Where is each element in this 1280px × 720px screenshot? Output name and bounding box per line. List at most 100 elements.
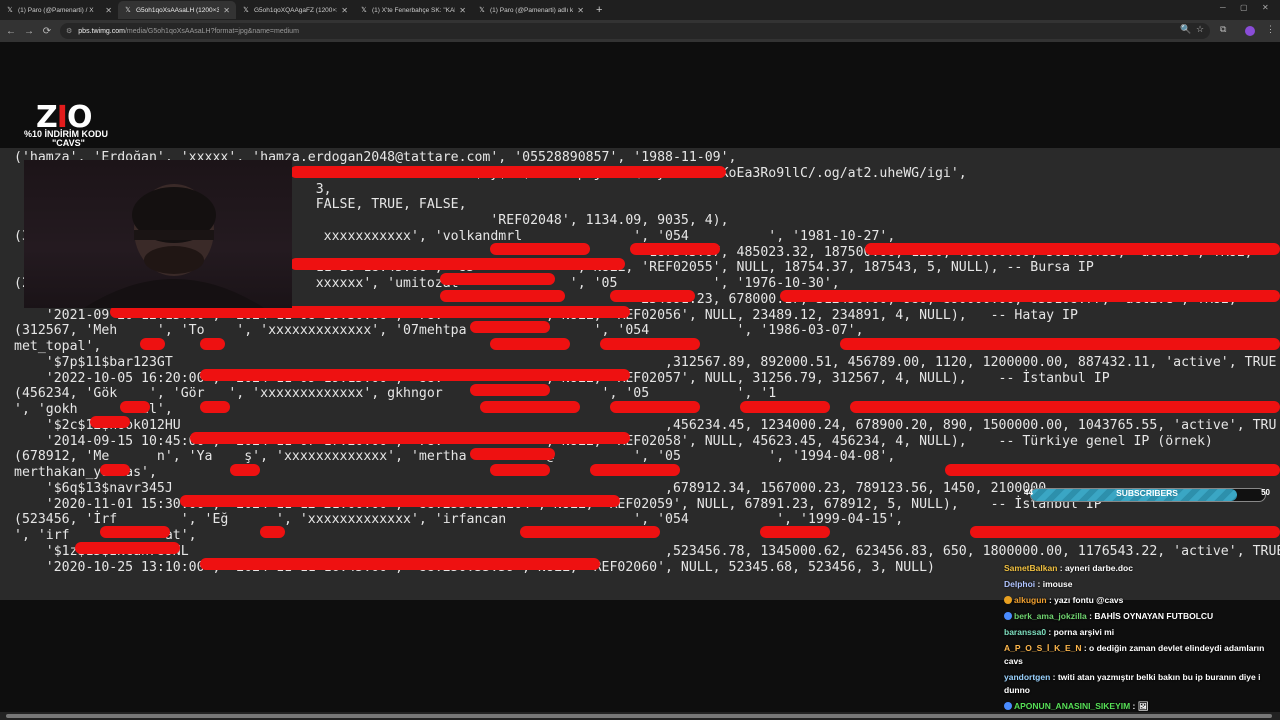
code-line: '$1z$15$INcan789NL ,523456.78, 1345000.6… bbox=[14, 543, 1280, 559]
chat-text: : BAHİS OYNAYAN FUTBOLCU bbox=[1086, 610, 1214, 621]
chat-message: SametBalkan : ayneri darbe.doc bbox=[1000, 560, 1280, 576]
redaction-mark bbox=[480, 401, 580, 413]
scrollbar-thumb[interactable] bbox=[6, 714, 1272, 718]
redaction-mark bbox=[610, 401, 700, 413]
redaction-mark bbox=[470, 384, 550, 396]
chat-badge-icon bbox=[1004, 611, 1012, 620]
redaction-mark bbox=[200, 338, 225, 350]
x-logo-icon: 𝕏 bbox=[125, 7, 131, 14]
chat-username[interactable]: berk_ama_jokzilla bbox=[1014, 611, 1087, 621]
chat-text: : 🖼 bbox=[1130, 700, 1149, 711]
redaction-mark bbox=[840, 338, 1280, 350]
redaction-mark bbox=[440, 273, 555, 285]
browser-tab-bar: 𝕏 (1) Paro (@Pamenarti) / X ✕ 𝕏 G5oh1qoXsAA… bbox=[0, 0, 1280, 20]
tab-3[interactable]: 𝕏 G5oh1qoXQAAgaFZ (1200×311) ✕ bbox=[236, 1, 354, 19]
chat-username[interactable]: alkugun bbox=[1014, 595, 1047, 605]
tab-close-icon[interactable]: ✕ bbox=[577, 6, 584, 15]
chat-badge-icon bbox=[1004, 595, 1012, 604]
tab-5[interactable]: 𝕏 (1) Paro (@Pamenarti) adlı kullan…✕ bbox=[472, 1, 590, 19]
redaction-mark bbox=[590, 464, 680, 476]
close-window-icon[interactable]: ✕ bbox=[1262, 3, 1269, 12]
zoom-icon[interactable]: 🔍 bbox=[1180, 24, 1191, 35]
redaction-mark bbox=[90, 416, 130, 428]
redaction-mark bbox=[290, 258, 625, 270]
tab-1[interactable]: 𝕏 (1) Paro (@Pamenarti) / X ✕ bbox=[0, 1, 118, 19]
redaction-mark bbox=[200, 558, 600, 570]
redaction-mark bbox=[200, 369, 630, 381]
x-logo-icon: 𝕏 bbox=[479, 7, 485, 14]
tab-label: (1) Paro (@Pamenarti) adlı kullan… bbox=[490, 6, 574, 14]
streamer-silhouette bbox=[84, 184, 264, 308]
chat-username[interactable]: Delphoi bbox=[1004, 579, 1035, 589]
code-line: (678912, 'Me n', 'Ya ş', 'xxxxxxxxxxxxx'… bbox=[14, 449, 896, 465]
redaction-mark bbox=[490, 464, 550, 476]
tab-label: G5oh1qoXQAAgaFZ (1200×311) bbox=[254, 6, 337, 14]
redaction-mark bbox=[780, 290, 1280, 302]
profile-avatar[interactable] bbox=[1245, 26, 1255, 36]
redaction-mark bbox=[740, 401, 830, 413]
redaction-mark bbox=[630, 243, 720, 255]
tab-close-icon[interactable]: ✕ bbox=[459, 6, 466, 15]
x-logo-icon: 𝕏 bbox=[243, 7, 249, 14]
chat-message: berk_ama_jokzilla : BAHİS OYNAYAN FUTBOL… bbox=[1000, 608, 1280, 624]
code-line: '$6q$13$navr345J ,678912.34, 1567000.23,… bbox=[14, 480, 1047, 496]
browser-toolbar: ← → ⟳ ⚙ pbs.twimg.com/media/G5oh1qoXsAAs… bbox=[0, 20, 1280, 42]
redaction-mark bbox=[760, 526, 830, 538]
minimize-icon[interactable]: ─ bbox=[1220, 3, 1226, 12]
redaction-mark bbox=[600, 338, 700, 350]
chat-username[interactable]: A_P_O_S_İ_K_E_N bbox=[1004, 643, 1082, 653]
chat-badge-icon bbox=[1004, 701, 1012, 710]
redaction-mark bbox=[190, 432, 630, 444]
tab-close-icon[interactable]: ✕ bbox=[341, 6, 348, 15]
forward-icon[interactable]: → bbox=[20, 26, 38, 37]
chat-text: : yazı fontu @cavs bbox=[1046, 594, 1124, 605]
chat-username[interactable]: SametBalkan bbox=[1004, 563, 1057, 573]
back-icon[interactable]: ← bbox=[2, 26, 20, 37]
chat-username[interactable]: baranssa0 bbox=[1004, 627, 1046, 637]
goal-target: 50 bbox=[1261, 488, 1270, 497]
site-info-icon[interactable]: ⚙ bbox=[66, 27, 72, 35]
horizontal-scrollbar[interactable] bbox=[0, 712, 1280, 720]
redaction-mark bbox=[490, 338, 570, 350]
redaction-mark bbox=[520, 526, 660, 538]
redaction-mark bbox=[440, 290, 565, 302]
chat-message: yandortgen : twiti atan yazmıştır belki … bbox=[1000, 669, 1280, 698]
code-line: '$7p$11$bar123GT ,312567.89, 892000.51, … bbox=[14, 354, 1277, 370]
code-line: met_topal', bbox=[14, 339, 102, 354]
tab-label: (1) Paro (@Pamenarti) / X bbox=[18, 6, 94, 14]
chat-message: alkugun : yazı fontu @cavs bbox=[1000, 592, 1280, 608]
bookmark-star-icon[interactable]: ☆ bbox=[1196, 24, 1204, 35]
redaction-mark bbox=[470, 448, 555, 460]
code-line: (312567, 'Meh ', 'To ', 'xxxxxxxxxxxxx',… bbox=[14, 323, 864, 339]
chat-username[interactable]: APONUN_ANASINI_SIKEYIM bbox=[1014, 701, 1130, 711]
menu-icon[interactable]: ⋮ bbox=[1266, 24, 1275, 35]
address-bar[interactable]: ⚙ pbs.twimg.com/media/G5oh1qoXsAAsaLH?fo… bbox=[60, 23, 1210, 39]
extensions-icon[interactable]: ⧉ bbox=[1220, 24, 1226, 35]
chat-overlay: SametBalkan : ayneri darbe.doc Delphoi : … bbox=[1000, 560, 1280, 720]
tab-2[interactable]: 𝕏 G5oh1qoXsAAsaLH (1200×354)✕ bbox=[118, 1, 236, 19]
redaction-mark bbox=[200, 401, 230, 413]
subscriber-goal-bar: 44 SUBSCRIBERS 50 bbox=[1022, 487, 1272, 502]
tab-close-icon[interactable]: ✕ bbox=[105, 6, 112, 15]
code-line: '$2c$12$hook012HU ,456234.45, 1234000.24… bbox=[14, 417, 1277, 433]
chat-username[interactable]: yandortgen bbox=[1004, 672, 1050, 682]
chat-message: baranssa0 : porna arşivi mi bbox=[1000, 624, 1280, 640]
redaction-mark bbox=[850, 401, 1280, 413]
redaction-mark bbox=[120, 401, 150, 413]
x-logo-icon: 𝕏 bbox=[7, 7, 13, 14]
redaction-mark bbox=[180, 495, 620, 507]
redaction-mark bbox=[610, 290, 695, 302]
chat-text: : porna arşivi mi bbox=[1046, 626, 1115, 637]
webcam-overlay bbox=[24, 160, 292, 308]
redaction-mark bbox=[140, 338, 165, 350]
maximize-icon[interactable]: ▢ bbox=[1240, 3, 1248, 12]
redaction-mark bbox=[490, 243, 590, 255]
url-host: pbs.twimg.com bbox=[78, 27, 125, 35]
tab-4[interactable]: 𝕏 (1) X'te Fenerbahçe SK: "KAMU… ✕ bbox=[354, 1, 472, 19]
goal-label: SUBSCRIBERS bbox=[1116, 488, 1178, 498]
new-tab-icon[interactable]: + bbox=[596, 4, 602, 16]
chat-text: : ayneri darbe.doc bbox=[1057, 562, 1133, 573]
chat-message: Delphoi : imouse bbox=[1000, 576, 1280, 592]
tab-close-icon[interactable]: ✕ bbox=[223, 6, 230, 15]
reload-icon[interactable]: ⟳ bbox=[38, 26, 56, 37]
